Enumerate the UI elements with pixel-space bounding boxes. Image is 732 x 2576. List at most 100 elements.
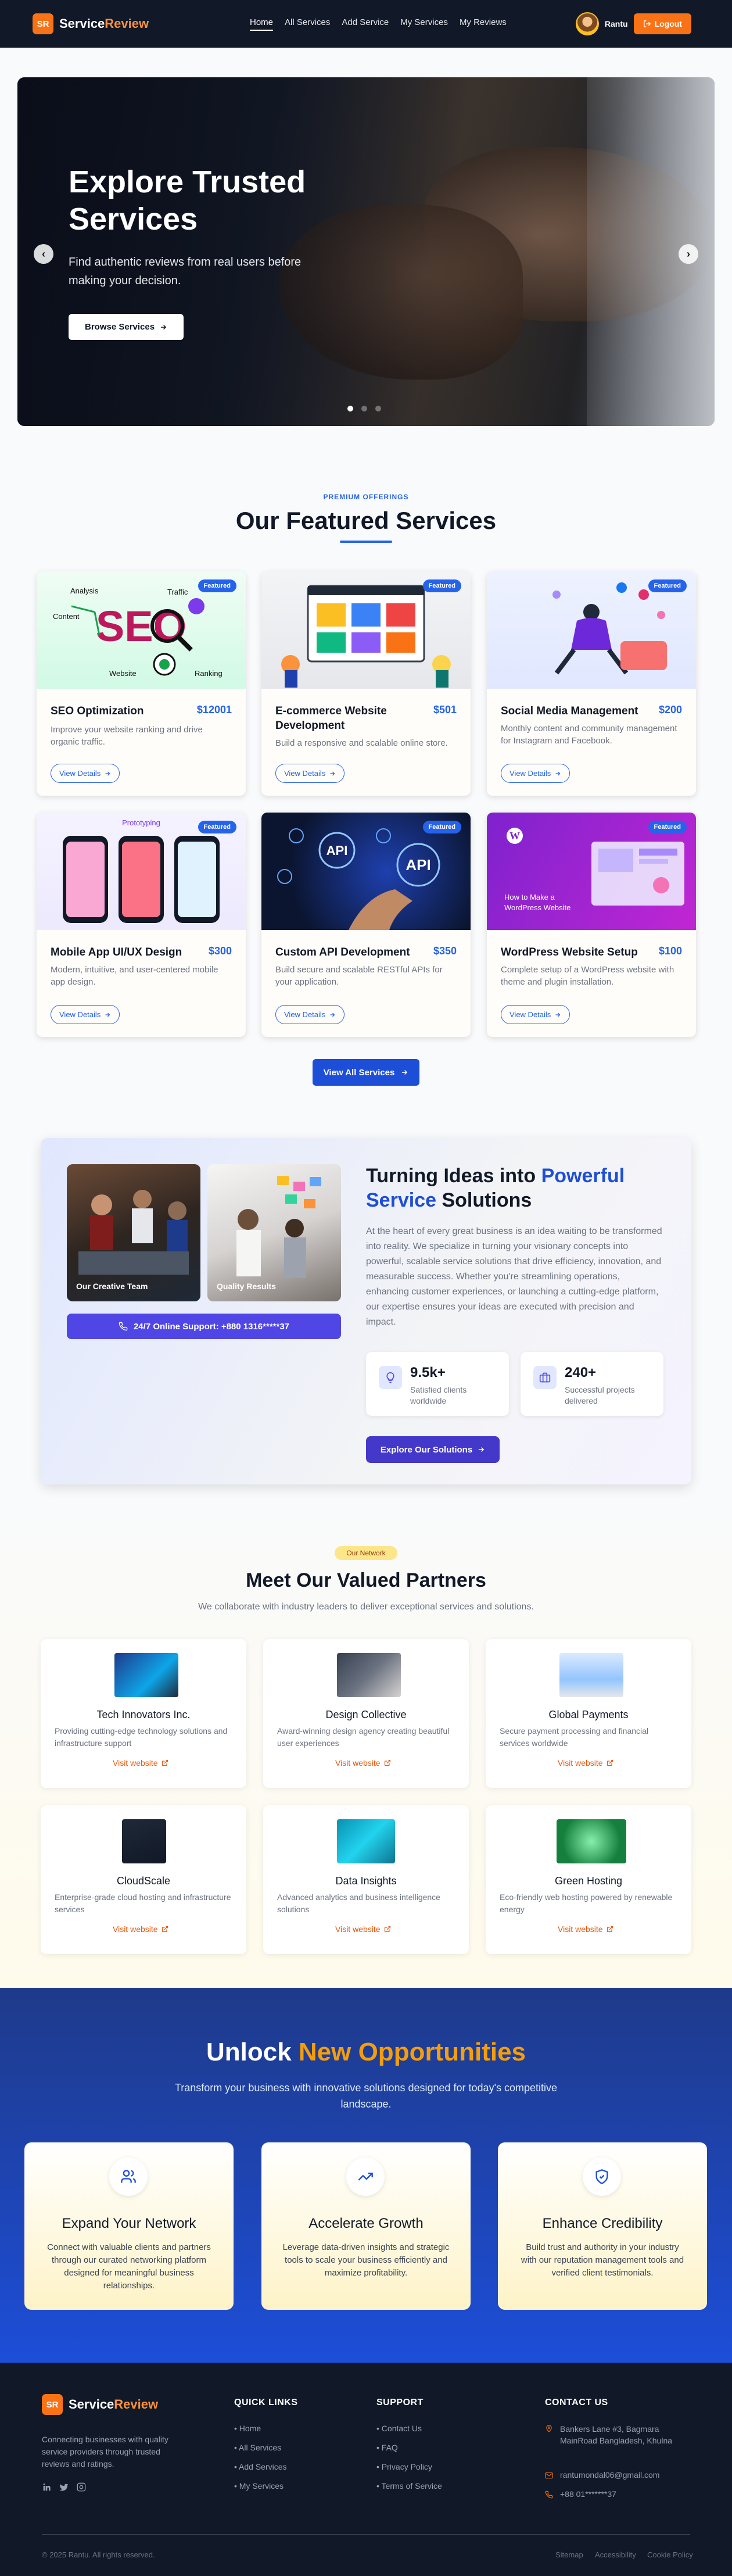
- external-link-icon: [162, 1926, 168, 1933]
- logo-badge: SR: [33, 13, 53, 34]
- footer-link-privacy[interactable]: • Privacy Policy: [376, 2462, 432, 2471]
- visit-website-label: Visit website: [335, 1924, 381, 1934]
- partners-subtitle: We collaborate with industry leaders to …: [198, 1602, 534, 1612]
- view-details-label: View Details: [59, 769, 101, 778]
- visit-website-link[interactable]: Visit website: [113, 1924, 168, 1934]
- view-details-button[interactable]: View Details: [51, 764, 120, 783]
- external-link-icon: [384, 1759, 390, 1766]
- service-title: Social Media Management: [501, 705, 638, 717]
- footer-divider: [42, 2534, 690, 2535]
- footer-description: Connecting businesses with quality servi…: [42, 2435, 168, 2468]
- benefit-title: Accelerate Growth: [308, 2216, 424, 2231]
- footer-logo[interactable]: SR ServiceReview: [42, 2394, 158, 2415]
- support-phone-button[interactable]: 24/7 Online Support: +880 1316*****37: [67, 1314, 341, 1339]
- service-desc: Monthly content and community management…: [501, 724, 677, 746]
- browse-services-button[interactable]: Browse Services: [69, 314, 184, 340]
- ideas-text: At the heart of every great business is …: [366, 1226, 662, 1327]
- twitter-icon[interactable]: [59, 2482, 69, 2492]
- service-card-social: Featured Social Media Management $200 Mo…: [487, 571, 696, 796]
- svg-text:Ranking: Ranking: [195, 669, 223, 678]
- instagram-icon[interactable]: [77, 2482, 86, 2492]
- slider-prev-button[interactable]: ‹: [34, 244, 53, 264]
- service-desc: Improve your website ranking and drive o…: [51, 725, 203, 747]
- footer-link-my-services[interactable]: • My Services: [234, 2481, 284, 2491]
- support-phone-label: 24/7 Online Support: +880 1316*****37: [133, 1321, 290, 1332]
- footer: SR ServiceReview Connecting businesses w…: [0, 2363, 732, 2576]
- partner-logo: [114, 1653, 178, 1697]
- benefit-card-network: Expand Your Network Connect with valuabl…: [24, 2142, 234, 2310]
- visit-website-link[interactable]: Visit website: [558, 1924, 613, 1934]
- shield-check-icon: [583, 2158, 621, 2196]
- footer-link-cookie-policy[interactable]: Cookie Policy: [647, 2550, 693, 2559]
- footer-link-terms[interactable]: • Terms of Service: [376, 2481, 442, 2491]
- site-logo[interactable]: SR ServiceReview: [33, 13, 149, 34]
- service-title: WordPress Website Setup: [501, 946, 638, 958]
- footer-link-faq[interactable]: • FAQ: [376, 2443, 398, 2452]
- slider-dot-2[interactable]: [361, 406, 367, 412]
- results-photo: Quality Results: [207, 1164, 341, 1301]
- footer-link-sitemap[interactable]: Sitemap: [555, 2550, 583, 2559]
- partner-logo: [337, 1653, 401, 1697]
- quick-links-heading: QUICK LINKS: [234, 2398, 298, 2407]
- view-details-button[interactable]: View Details: [275, 1005, 345, 1024]
- linkedin-icon[interactable]: [42, 2482, 51, 2492]
- service-image-mobile: Prototyping Featured: [37, 813, 246, 930]
- view-details-button[interactable]: View Details: [501, 764, 570, 783]
- svg-text:API: API: [406, 856, 430, 874]
- contact-heading: CONTACT US: [545, 2398, 608, 2407]
- explore-solutions-button[interactable]: Explore Our Solutions: [366, 1436, 500, 1463]
- partner-name: CloudScale: [116, 1875, 171, 1887]
- partner-logo: [559, 1653, 623, 1697]
- nav-link-all-services[interactable]: All Services: [285, 17, 330, 31]
- view-details-button[interactable]: View Details: [275, 764, 345, 783]
- avatar[interactable]: [575, 12, 599, 35]
- arrow-right-icon: [402, 1069, 408, 1075]
- arrow-right-icon: [330, 771, 335, 775]
- partner-name: Green Hosting: [554, 1875, 623, 1887]
- svg-text:Website: Website: [109, 669, 137, 678]
- view-details-button[interactable]: View Details: [51, 1005, 120, 1024]
- footer-link-all-services[interactable]: • All Services: [234, 2443, 281, 2452]
- arrow-right-icon: [160, 324, 167, 330]
- svg-text:Prototyping: Prototyping: [122, 818, 160, 827]
- slider-dot-1[interactable]: [347, 406, 353, 412]
- view-details-label: View Details: [509, 769, 551, 778]
- svg-text:API: API: [326, 843, 348, 858]
- slider-dot-3[interactable]: [375, 406, 381, 412]
- nav-link-home[interactable]: Home: [250, 17, 274, 31]
- visit-website-label: Visit website: [335, 1758, 381, 1768]
- svg-text:Traffic: Traffic: [167, 588, 188, 596]
- nav-link-add-service[interactable]: Add Service: [342, 17, 389, 31]
- partner-desc: Award-winning design agency creating bea…: [277, 1726, 450, 1748]
- featured-badge: Featured: [422, 821, 461, 833]
- lightbulb-icon: [379, 1366, 402, 1389]
- view-details-button[interactable]: View Details: [501, 1005, 570, 1024]
- mail-icon: [545, 2472, 553, 2479]
- view-all-services-button[interactable]: View All Services: [313, 1059, 419, 1086]
- service-image-api: API API Featured: [261, 813, 471, 930]
- footer-link-home[interactable]: • Home: [234, 2424, 261, 2433]
- benefit-desc: Connect with valuable clients and partne…: [47, 2242, 211, 2291]
- logout-button[interactable]: Logout: [633, 13, 691, 34]
- footer-link-accessibility[interactable]: Accessibility: [595, 2550, 636, 2559]
- visit-website-link[interactable]: Visit website: [558, 1758, 613, 1768]
- service-price: $12001: [196, 704, 232, 715]
- contact-phone[interactable]: +88 01*******37: [560, 2489, 616, 2499]
- contact-email[interactable]: rantumondal06@gmail.com: [560, 2470, 659, 2480]
- visit-website-link[interactable]: Visit website: [335, 1758, 391, 1768]
- nav-link-my-reviews[interactable]: My Reviews: [460, 17, 507, 31]
- service-desc: Modern, intuitive, and user-centered mob…: [51, 965, 218, 987]
- nav-link-my-services[interactable]: My Services: [400, 17, 448, 31]
- visit-website-link[interactable]: Visit website: [335, 1924, 391, 1934]
- partner-desc: Enterprise-grade cloud hosting and infra…: [55, 1892, 231, 1914]
- footer-link-add-services[interactable]: • Add Services: [234, 2462, 287, 2471]
- visit-website-link[interactable]: Visit website: [113, 1758, 168, 1768]
- logo-text: ServiceReview: [59, 16, 149, 31]
- slider-next-button[interactable]: ›: [679, 244, 698, 264]
- results-photo-caption: Quality Results: [217, 1282, 276, 1291]
- stat-clients: 9.5k+ Satisfied clients worldwide: [366, 1352, 509, 1416]
- team-photo-art: [78, 1190, 189, 1275]
- external-link-icon: [162, 1759, 168, 1766]
- partner-desc: Secure payment processing and financial …: [500, 1726, 649, 1748]
- footer-link-contact[interactable]: • Contact Us: [376, 2424, 422, 2433]
